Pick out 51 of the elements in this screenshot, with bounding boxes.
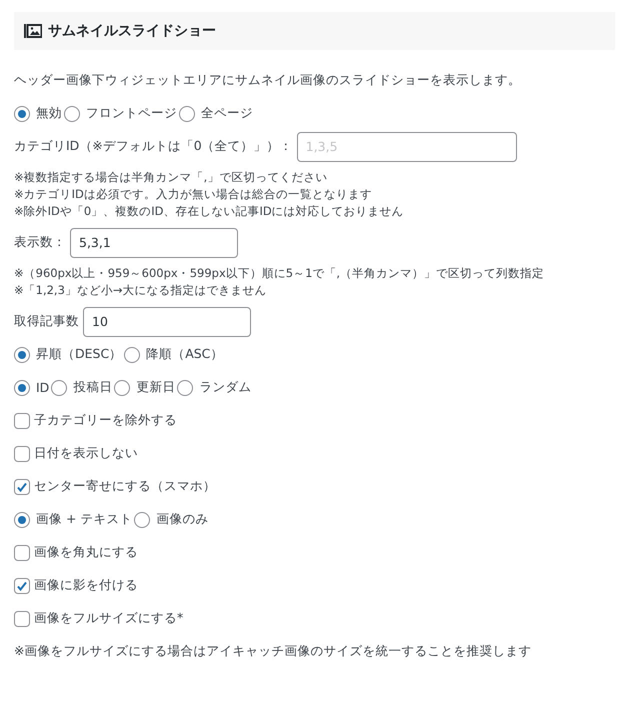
checkbox-label: 画像を角丸にする	[34, 544, 138, 561]
checkbox[interactable]	[14, 478, 30, 494]
field-label: カテゴリID（※デフォルトは「0（全て）」）：	[14, 138, 293, 155]
input-field[interactable]: 10	[83, 306, 251, 336]
checkbox[interactable]	[14, 610, 30, 626]
radio-label: 降順（ASC）	[146, 346, 224, 363]
radio-label: ランダム	[199, 379, 252, 396]
checkbox-label: 子カテゴリーを除外する	[34, 412, 177, 429]
field-label: 取得記事数	[14, 313, 79, 330]
radio-button[interactable]	[114, 380, 130, 396]
checkbox-label: 画像をフルサイズにする*	[34, 610, 184, 627]
checkbox-label: 画像に影を付ける	[34, 577, 138, 594]
radio-button[interactable]	[14, 380, 30, 396]
radio-label: 全ページ	[201, 105, 253, 122]
input-field[interactable]: 5,3,1	[70, 228, 238, 258]
radio-button[interactable]	[177, 380, 194, 396]
radio-label: フロントページ	[86, 105, 177, 122]
description-text: ヘッダー画像下ウィジェットエリアにサムネイル画像のスライドショーを表示します。	[14, 72, 521, 89]
radio-button[interactable]	[124, 346, 140, 362]
radio-button[interactable]	[134, 512, 150, 528]
radio-button[interactable]	[14, 106, 30, 122]
radio-button[interactable]	[51, 380, 68, 396]
radio-button[interactable]	[64, 106, 80, 122]
radio-label: 更新日	[136, 379, 176, 396]
check-icon	[16, 480, 28, 492]
section-title: サムネイルスライドショー	[48, 22, 216, 40]
checkbox-label: センター寄せにする（スマホ）	[34, 478, 216, 495]
checkbox-label: 日付を表示しない	[34, 445, 138, 462]
radio-label: 無効	[36, 105, 62, 122]
checkbox[interactable]	[14, 446, 30, 462]
radio-button[interactable]	[14, 346, 30, 362]
description-text: ※画像をフルサイズにする場合はアイキャッチ画像のサイズを統一することを推奨します	[14, 643, 532, 660]
input-field[interactable]: 1,3,5	[296, 132, 517, 162]
radio-label: 画像のみ	[156, 511, 208, 528]
note-text: ※カテゴリIDは必須です。入力が無い場合は総合の一覧となります	[14, 186, 373, 203]
radio-label: 画像 + テキスト	[36, 511, 132, 528]
check-icon	[16, 580, 28, 592]
note-text: ※複数指定する場合は半角カンマ「,」で区切ってください	[14, 169, 328, 186]
note-text: ※「1,2,3」など小→大になる指定はできません	[14, 282, 268, 299]
field-label: 表示数：	[14, 234, 66, 251]
note-text: ※除外IDや「0」、複数のID、存在しない記事IDには対応しておりません	[14, 203, 405, 220]
image-icon	[24, 24, 42, 38]
radio-button[interactable]	[14, 512, 30, 528]
note-text: ※（960px以上・959～600px・599px以下）順に5～1で「,（半角カンマ）」で区切って列数指定	[14, 265, 546, 282]
radio-label: ID	[36, 380, 50, 395]
radio-label: 投稿日	[73, 379, 112, 396]
checkbox[interactable]	[14, 412, 30, 428]
checkbox[interactable]	[14, 578, 30, 594]
radio-label: 昇順（DESC）	[36, 346, 122, 363]
checkbox[interactable]	[14, 544, 30, 560]
radio-button[interactable]	[179, 106, 195, 122]
